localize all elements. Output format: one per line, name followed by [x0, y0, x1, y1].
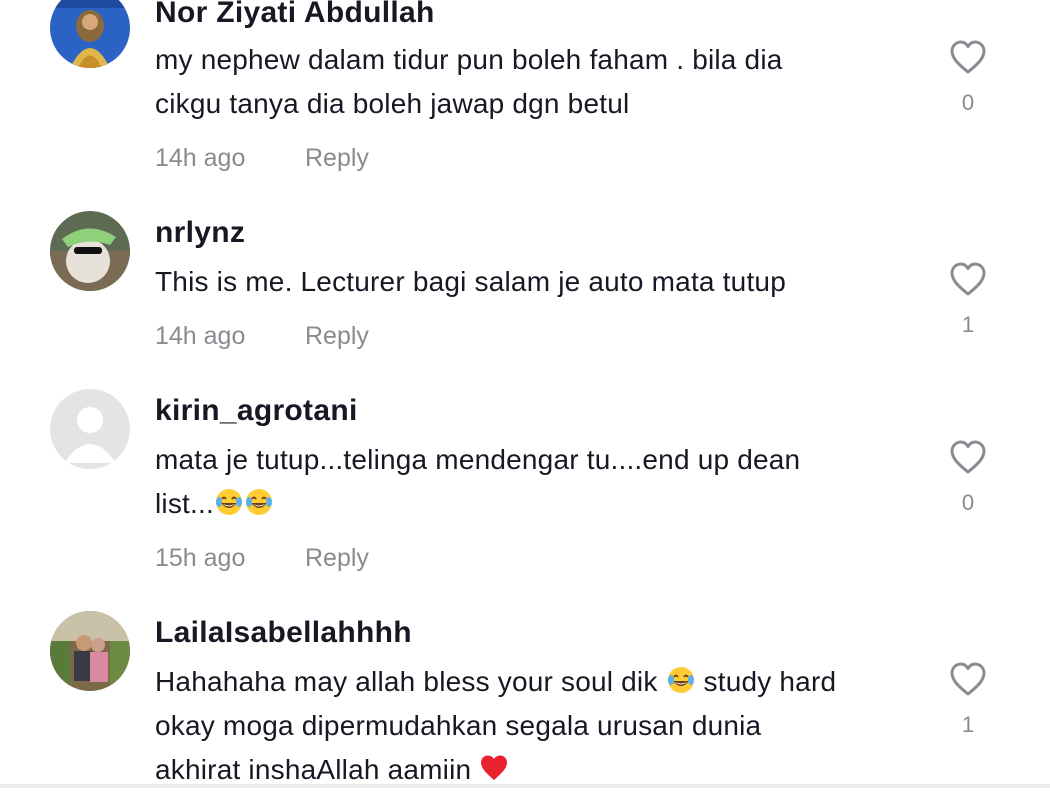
divider	[0, 784, 1050, 788]
comment-text-fragment: study hard	[695, 666, 837, 697]
comment-text-fragment: akhirat inshaAllah aamiin	[155, 754, 480, 785]
like-count: 0	[961, 490, 975, 515]
comment-username[interactable]: kirin_agrotani	[155, 394, 358, 428]
like-count: 1	[961, 712, 975, 737]
comment-text: This is me. Lecturer bagi salam je auto …	[155, 260, 915, 304]
comment-text-line: mata je tutup...telinga mendengar tu....…	[155, 444, 801, 475]
like-button[interactable]	[948, 38, 988, 78]
tears-of-joy-icon	[214, 486, 244, 516]
avatar[interactable]	[50, 0, 130, 68]
reply-button[interactable]: Reply	[305, 544, 369, 573]
red-heart-icon	[479, 752, 509, 782]
comment-text: my nephew dalam tidur pun boleh faham . …	[155, 38, 915, 126]
like-count: 1	[961, 312, 975, 337]
comment-text-line: Hahahaha may allah bless your soul dik s…	[155, 660, 915, 704]
comment-username[interactable]: LailaIsabellahhhh	[155, 616, 412, 650]
avatar[interactable]	[50, 389, 130, 469]
like-count: 0	[961, 90, 975, 115]
reply-button[interactable]: Reply	[305, 322, 369, 351]
comment-meta: 15h ago Reply	[155, 544, 369, 573]
heart-outline-icon	[950, 40, 986, 74]
comment-meta: 14h ago Reply	[155, 322, 369, 351]
like-button[interactable]	[948, 260, 988, 300]
comment-text-line: cikgu tanya dia boleh jawap dgn betul	[155, 88, 630, 119]
heart-outline-icon	[950, 262, 986, 296]
comment-text: Hahahaha may allah bless your soul dik s…	[155, 660, 915, 792]
comment-username[interactable]: nrlynz	[155, 216, 245, 250]
tears-of-joy-icon	[666, 664, 696, 694]
heart-outline-icon	[950, 440, 986, 474]
comment-username[interactable]: Nor Ziyati Abdullah	[155, 0, 435, 30]
comment-text-line: okay moga dipermudahkan segala urusan du…	[155, 710, 762, 741]
comment-text: mata je tutup...telinga mendengar tu....…	[155, 438, 915, 526]
comment-time: 14h ago	[155, 322, 246, 350]
avatar[interactable]	[50, 611, 130, 691]
reply-button[interactable]: Reply	[305, 144, 369, 173]
comment-text-line: my nephew dalam tidur pun boleh faham . …	[155, 44, 783, 75]
like-button[interactable]	[948, 660, 988, 700]
comment-time: 15h ago	[155, 544, 246, 572]
avatar[interactable]	[50, 211, 130, 291]
like-button[interactable]	[948, 438, 988, 478]
comment-time: 14h ago	[155, 144, 246, 172]
tears-of-joy-icon	[244, 486, 274, 516]
comment-text-line: list...	[155, 482, 915, 526]
comment-text-line: This is me. Lecturer bagi salam je auto …	[155, 266, 786, 297]
heart-outline-icon	[950, 662, 986, 696]
comment-text-fragment: list...	[155, 488, 214, 519]
comment-text-fragment: Hahahaha may allah bless your soul dik	[155, 666, 666, 697]
comment-meta: 14h ago Reply	[155, 144, 369, 173]
